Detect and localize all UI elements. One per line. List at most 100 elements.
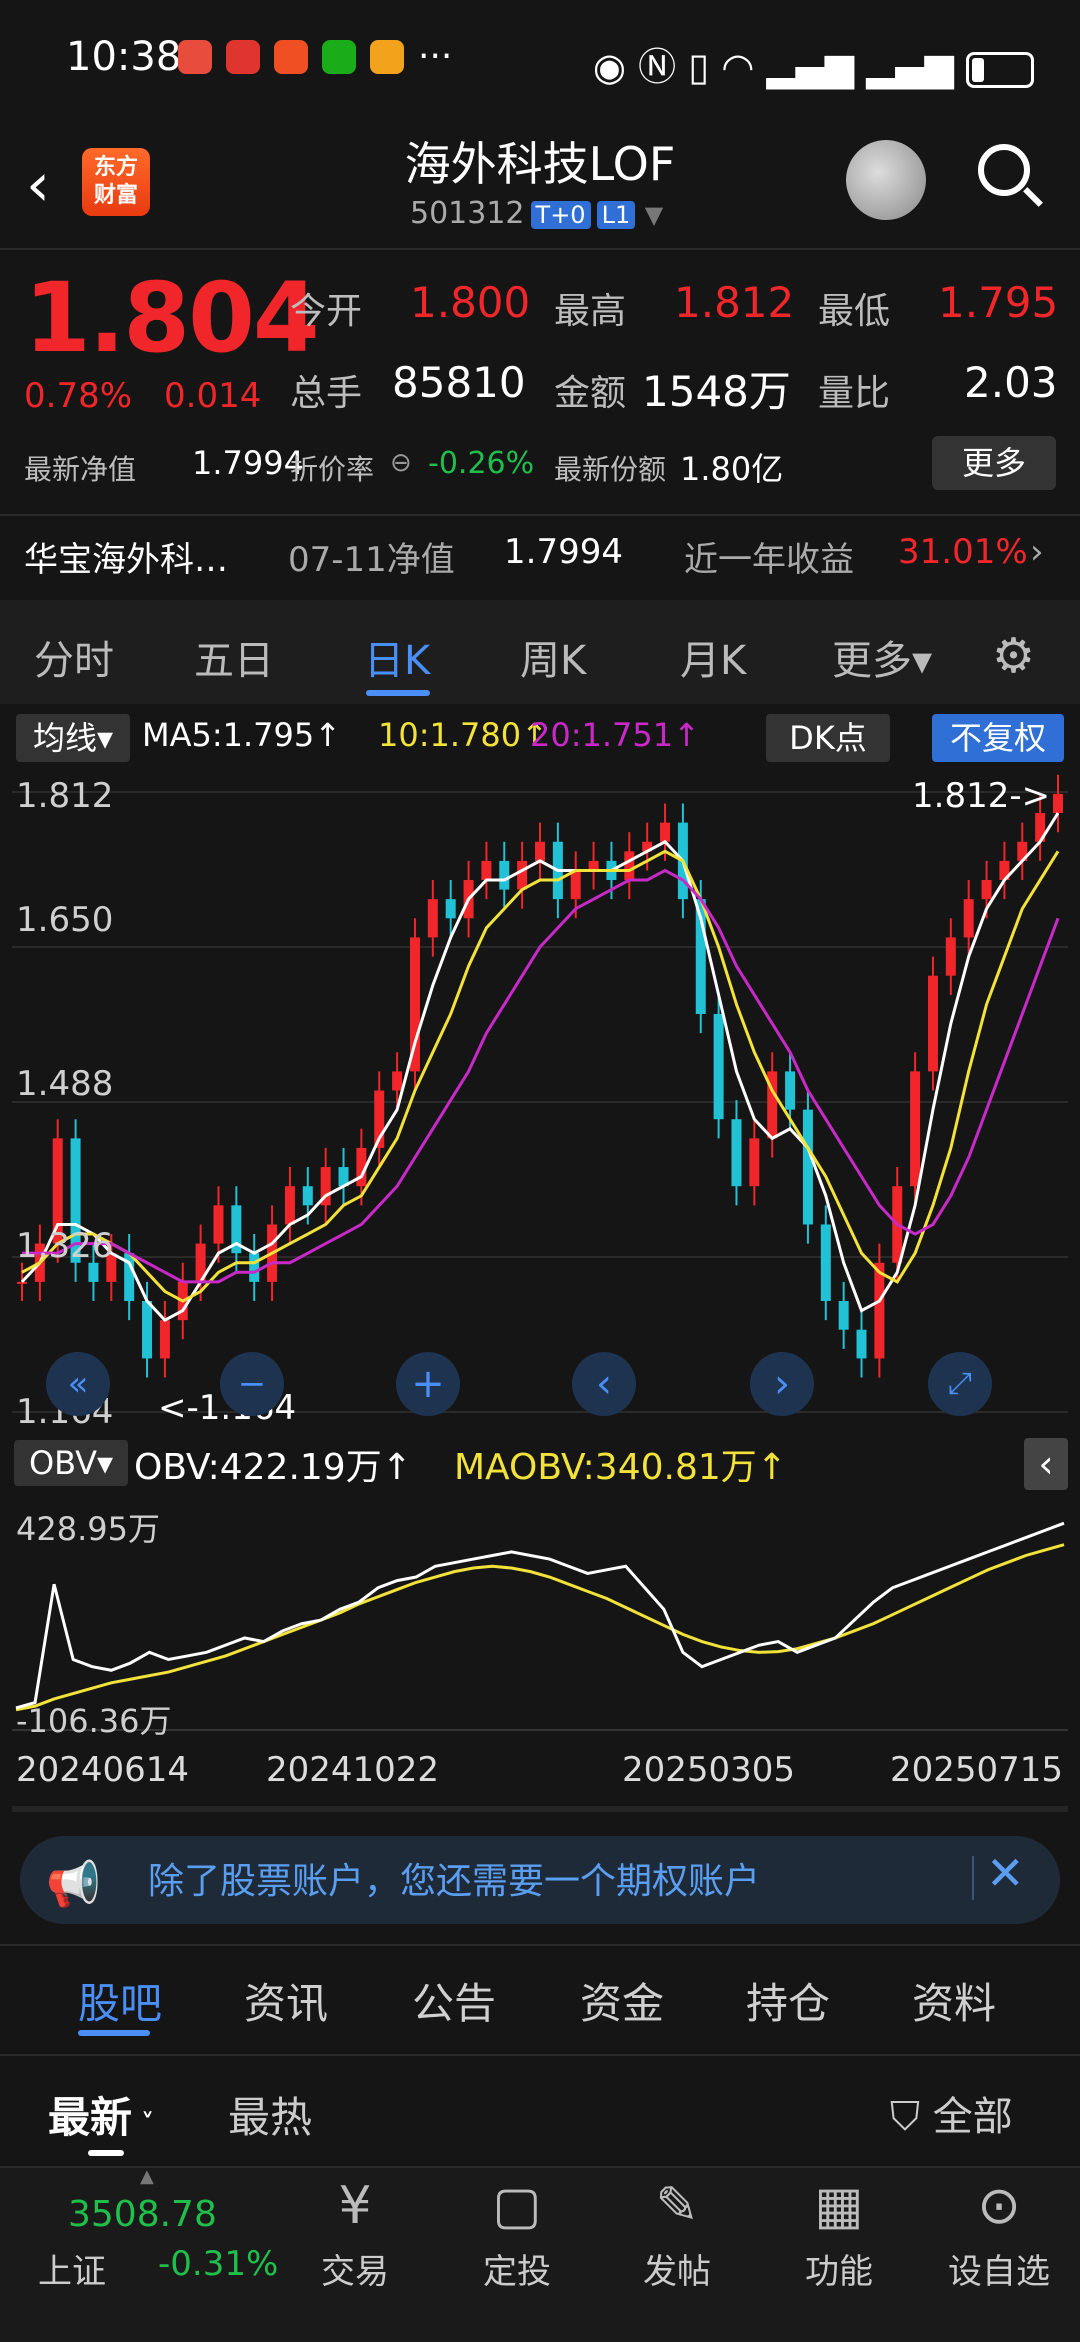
candle — [392, 1071, 403, 1091]
candle — [535, 841, 545, 861]
low-label: 最低 — [818, 291, 891, 332]
index-value[interactable]: 3508.78 — [68, 2194, 217, 2235]
battery-icon — [966, 51, 1034, 88]
adjust-button[interactable]: 不复权 — [932, 714, 1064, 762]
tab-more[interactable]: 更多▾ — [832, 628, 932, 686]
fund-name[interactable]: 华宝海外科… — [24, 532, 228, 581]
ratio-value: 2.03 — [964, 358, 1058, 407]
obv-max-label: 428.95万 — [16, 1510, 160, 1548]
candle — [159, 1320, 170, 1359]
gear-icon[interactable]: ⚙ — [992, 628, 1035, 684]
notification-icon — [370, 40, 404, 74]
candle — [1053, 793, 1063, 814]
fund-year-label: 近一年收益 — [684, 540, 854, 580]
discount-label: 折价率 — [290, 453, 375, 486]
status-time: 10:38 — [66, 34, 182, 80]
system-icons: ◉ Ⓝ ▯ ◠ ▂▄▆ ▂▄▆ — [593, 36, 1034, 91]
divider — [0, 248, 1080, 250]
l1-tag: L1 — [596, 201, 636, 229]
shares-value: 1.80亿 — [680, 450, 784, 488]
candle — [517, 860, 528, 890]
candle — [838, 1301, 849, 1330]
chevron-down-icon: ▼ — [644, 201, 664, 229]
y-tick: 1.488 — [16, 1064, 114, 1104]
scroll-right-icon[interactable]: › — [750, 1352, 814, 1416]
tab-holdings[interactable]: 持仓 — [746, 1970, 830, 2031]
stock-code-row[interactable]: 501312 T+0 L1 ▼ — [410, 196, 663, 231]
chevron-right-icon[interactable]: › — [1030, 532, 1044, 572]
info-icon[interactable]: ⊖ — [390, 448, 412, 478]
scroll-left-icon[interactable]: ‹ — [572, 1352, 636, 1416]
trade-icon[interactable]: ¥ — [290, 2176, 420, 2236]
volume-value: 85810 — [392, 358, 526, 407]
sort-hot[interactable]: 最热 — [228, 2084, 312, 2145]
notification-icon — [274, 40, 308, 74]
post-icon[interactable]: ✎ — [612, 2176, 742, 2236]
notification-icon — [226, 40, 260, 74]
nav-apps[interactable]: 功能 — [774, 2244, 904, 2293]
tab-monthly-k[interactable]: 月K — [680, 628, 746, 686]
ma20-line — [22, 868, 1060, 1284]
tab-funds[interactable]: 资金 — [580, 1970, 664, 2031]
tab-profile[interactable]: 资料 — [912, 1970, 996, 2031]
candle — [624, 851, 635, 881]
tab-five-day[interactable]: 五日 — [194, 628, 274, 686]
zoom-in-icon[interactable]: + — [396, 1352, 460, 1416]
candle — [499, 860, 510, 890]
chevron-down-icon: ˅ — [132, 2109, 155, 2139]
volume-label: 总手 — [290, 373, 363, 414]
t0-tag: T+0 — [530, 201, 591, 229]
zoom-out-icon[interactable]: − — [220, 1352, 284, 1416]
ma-selector[interactable]: 均线▾ — [16, 714, 130, 762]
candle — [874, 1262, 885, 1359]
maobv-line — [15, 1543, 1065, 1712]
more-button[interactable]: 更多 — [932, 436, 1056, 490]
sort-latest[interactable]: 最新 ˅ — [48, 2084, 154, 2145]
more-notifications-icon: ··· — [418, 36, 453, 77]
fund-nav-date: 07-11净值 — [288, 540, 455, 580]
kline-chart[interactable] — [12, 772, 1068, 1432]
close-icon[interactable]: ✕ — [986, 1846, 1025, 1900]
candle — [945, 937, 956, 976]
candle — [963, 899, 974, 938]
nav-invest[interactable]: 定投 — [452, 2244, 582, 2293]
y-tick: 1.326 — [16, 1226, 114, 1266]
divider — [0, 1944, 1080, 1946]
nav-watchlist[interactable]: 设自选 — [934, 2244, 1064, 2293]
signal-icon: ▂▄▆ — [766, 45, 855, 89]
obv-min-label: -106.36万 — [16, 1702, 172, 1740]
tab-announcements[interactable]: 公告 — [412, 1970, 496, 2031]
low-value: 1.795 — [938, 278, 1059, 327]
candle — [749, 1138, 760, 1187]
search-icon[interactable] — [978, 144, 1030, 196]
tab-daily-k[interactable]: 日K — [364, 628, 430, 686]
invest-icon[interactable]: ▢ — [452, 2176, 582, 2236]
nav-post[interactable]: 发帖 — [612, 2244, 742, 2293]
dk-button[interactable]: DK点 — [766, 714, 890, 762]
active-sort-indicator — [88, 2150, 124, 2156]
banner-text[interactable]: 除了股票账户，您还需要一个期权账户 — [148, 1852, 760, 1904]
nav-trade[interactable]: 交易 — [290, 2244, 420, 2293]
stock-code: 501312 — [410, 196, 525, 231]
wechat-icon — [322, 40, 356, 74]
robot-avatar[interactable] — [846, 140, 926, 220]
collapse-icon[interactable]: ‹ — [1024, 1438, 1068, 1490]
fund-nav-value: 1.7994 — [504, 532, 623, 572]
open-label: 今开 — [290, 291, 363, 332]
apps-icon[interactable]: ▦ — [774, 2176, 904, 2236]
tab-news[interactable]: 资讯 — [244, 1970, 328, 2031]
fullscreen-icon[interactable]: ⤢ — [928, 1352, 992, 1416]
fast-back-icon[interactable]: « — [46, 1352, 110, 1416]
discount-value: -0.26% — [428, 446, 535, 481]
filter-button[interactable]: ⛉ 全部 — [890, 2084, 1013, 2142]
obv-selector[interactable]: OBV▾ — [14, 1440, 128, 1486]
tab-weekly-k[interactable]: 周K — [520, 628, 586, 686]
x-tick: 20241022 — [266, 1750, 440, 1790]
x-tick: 20240614 — [16, 1750, 190, 1790]
ratio-label: 量比 — [818, 373, 891, 414]
tab-intraday[interactable]: 分时 — [34, 628, 114, 686]
watchlist-icon[interactable]: ⊙ — [934, 2176, 1064, 2236]
tab-guba[interactable]: 股吧 — [78, 1970, 162, 2031]
nfc-icon: Ⓝ — [638, 45, 677, 89]
amount-label: 金额 — [554, 373, 627, 414]
